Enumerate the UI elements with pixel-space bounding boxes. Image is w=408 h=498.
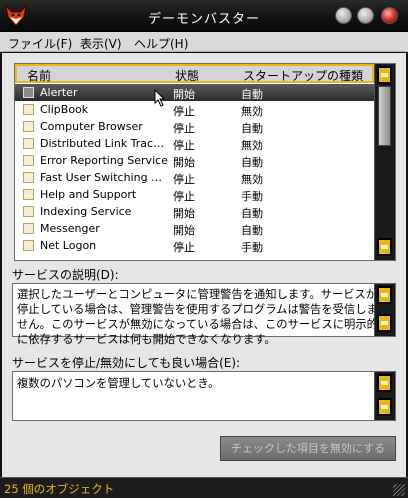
service-name: Distributed Link Tracki... <box>40 137 168 150</box>
service-startup-type: 自動 <box>241 224 263 237</box>
service-state: 開始 <box>173 88 195 101</box>
service-checkbox[interactable] <box>23 206 34 217</box>
description-box[interactable]: 選択したユーザーとコンピュータに管理警告を通知します。サービスが停止している場合… <box>12 283 396 346</box>
description-text: 選択したユーザーとコンピュータに管理警告を通知します。サービスが停止している場合… <box>17 288 378 346</box>
service-checkbox[interactable] <box>23 138 34 149</box>
service-name: Net Logon <box>40 239 97 252</box>
scroll-up-button[interactable] <box>377 66 392 84</box>
menu-bar: ファイル(F) 表示(V) ヘルプ(H) <box>0 32 408 52</box>
service-name: Alerter <box>40 86 78 99</box>
safe-scrollbar[interactable] <box>374 372 395 420</box>
list-header: 名前 状態 スタートアップの種類 <box>15 64 374 83</box>
status-bar: 25 個のオブジェクト <box>0 477 408 498</box>
service-startup-type: 無効 <box>241 139 263 152</box>
service-name: Computer Browser <box>40 120 143 133</box>
service-row[interactable]: Distributed Link Tracki... 停止 無効 <box>15 135 375 152</box>
service-state: 停止 <box>173 139 195 152</box>
service-row[interactable]: ClipBook 停止 無効 <box>15 101 375 118</box>
service-startup-type: 手動 <box>241 241 263 254</box>
service-name: Indexing Service <box>40 205 132 218</box>
close-button[interactable] <box>381 7 398 24</box>
list-scrollbar[interactable] <box>374 64 395 260</box>
menu-view[interactable]: 表示(V) <box>80 35 122 52</box>
service-checkbox[interactable] <box>23 223 34 234</box>
service-state: 開始 <box>173 224 195 237</box>
scroll-thumb[interactable] <box>378 86 391 146</box>
service-state: 開始 <box>173 156 195 169</box>
safe-to-disable-label: サービスを停止/無効にしても良い場合(E): <box>12 356 241 370</box>
service-state: 停止 <box>173 173 195 186</box>
service-checkbox[interactable] <box>23 189 34 200</box>
description-scrollbar[interactable] <box>374 284 395 336</box>
service-checkbox[interactable] <box>23 172 34 183</box>
desc-scroll-up-button[interactable] <box>377 286 392 304</box>
mouse-cursor-icon <box>154 89 166 107</box>
resize-grip[interactable] <box>393 484 405 496</box>
service-startup-type: 手動 <box>241 190 263 203</box>
service-startup-type: 無効 <box>241 105 263 118</box>
column-header-state[interactable]: 状態 <box>175 67 199 84</box>
service-row[interactable]: Net Logon 停止 手動 <box>15 237 375 254</box>
service-row[interactable]: Alerter 開始 自動 <box>15 84 375 101</box>
service-row[interactable]: Indexing Service 開始 自動 <box>15 203 375 220</box>
service-list[interactable]: 名前 状態 スタートアップの種類 Alerter 開始 自動 ClipBook 停止 無効… <box>14 63 396 261</box>
safe-to-disable-text: 複数のパソコンを管理していないとき。 <box>17 377 220 390</box>
service-name: Error Reporting Service <box>40 154 168 167</box>
maximize-button[interactable] <box>357 7 374 24</box>
service-startup-type: 自動 <box>241 88 263 101</box>
service-checkbox[interactable] <box>23 104 34 115</box>
safe-scroll-down-button[interactable] <box>377 398 392 416</box>
description-label: サービスの説明(D): <box>12 268 119 282</box>
service-name: Messenger <box>40 222 100 235</box>
service-state: 停止 <box>173 122 195 135</box>
service-checkbox[interactable] <box>23 240 34 251</box>
service-row[interactable]: Computer Browser 停止 自動 <box>15 118 375 135</box>
service-state: 開始 <box>173 207 195 220</box>
desc-scroll-down-button[interactable] <box>377 314 392 332</box>
service-checkbox[interactable] <box>23 155 34 166</box>
service-state: 停止 <box>173 241 195 254</box>
service-startup-type: 自動 <box>241 122 263 135</box>
service-state: 停止 <box>173 190 195 203</box>
service-row[interactable]: Help and Support 停止 手動 <box>15 186 375 203</box>
service-row[interactable]: Fast User Switching C... 停止 無効 <box>15 169 375 186</box>
service-startup-type: 無効 <box>241 173 263 186</box>
service-checkbox[interactable] <box>23 87 34 98</box>
minimize-button[interactable] <box>335 7 352 24</box>
main-panel: 名前 状態 スタートアップの種類 Alerter 開始 自動 ClipBook 停止 無効… <box>0 53 408 477</box>
menu-help[interactable]: ヘルプ(H) <box>134 35 188 52</box>
service-state: 停止 <box>173 105 195 118</box>
service-row[interactable]: Error Reporting Service 開始 自動 <box>15 152 375 169</box>
service-rows: Alerter 開始 自動 ClipBook 停止 無効 Computer Browser 停… <box>15 84 375 254</box>
service-name: ClipBook <box>40 103 89 116</box>
safe-to-disable-box[interactable]: 複数のパソコンを管理していないとき。 <box>12 371 396 421</box>
object-count: 25 個のオブジェクト <box>4 482 115 496</box>
safe-scroll-up-button[interactable] <box>377 374 392 392</box>
service-name: Help and Support <box>40 188 137 201</box>
column-header-name[interactable]: 名前 <box>27 67 51 84</box>
title-bar[interactable]: デーモンバスター <box>0 0 408 32</box>
disable-checked-button[interactable]: チェックした項目を無効にする <box>220 436 396 461</box>
service-startup-type: 自動 <box>241 207 263 220</box>
column-header-startup[interactable]: スタートアップの種類 <box>243 67 363 84</box>
service-checkbox[interactable] <box>23 121 34 132</box>
service-row[interactable]: Messenger 開始 自動 <box>15 220 375 237</box>
menu-file[interactable]: ファイル(F) <box>8 35 72 52</box>
scroll-down-button[interactable] <box>377 238 392 256</box>
service-startup-type: 自動 <box>241 156 263 169</box>
service-name: Fast User Switching C... <box>40 171 168 184</box>
